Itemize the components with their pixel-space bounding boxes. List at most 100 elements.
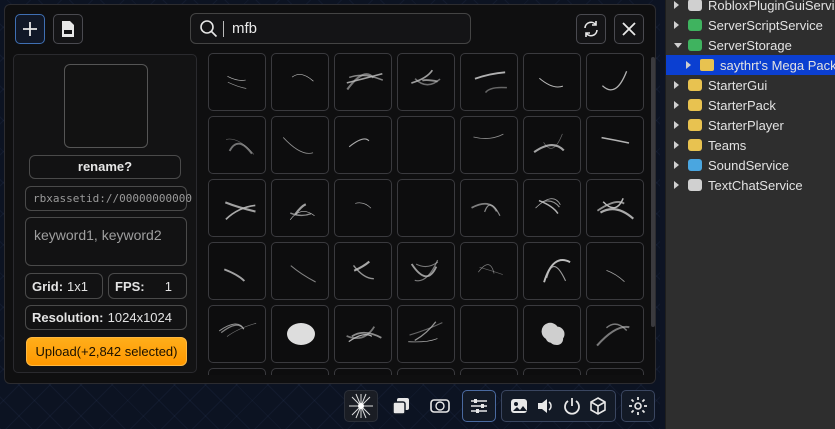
- starter-player-icon: [688, 119, 702, 131]
- texture-tile[interactable]: [460, 53, 518, 111]
- explorer-item[interactable]: SoundService: [666, 155, 835, 175]
- texture-tile[interactable]: [523, 53, 581, 111]
- resolution-field[interactable]: Resolution: 1024x1024: [25, 305, 187, 330]
- search-input[interactable]: [230, 19, 454, 38]
- texture-tile[interactable]: [523, 305, 581, 363]
- import-image-button[interactable]: [53, 14, 83, 44]
- chevron-right-icon[interactable]: [674, 101, 679, 109]
- fps-field[interactable]: FPS: 1: [108, 273, 187, 299]
- texture-tile[interactable]: [334, 242, 392, 300]
- close-button[interactable]: [614, 14, 644, 44]
- image-icon[interactable]: [509, 396, 529, 416]
- explorer-item[interactable]: ServerScriptService: [666, 15, 835, 35]
- texture-tile[interactable]: [523, 242, 581, 300]
- layers-button[interactable]: [384, 390, 418, 422]
- texture-tile[interactable]: [586, 305, 644, 363]
- explorer-item-label: TextChatService: [708, 177, 803, 193]
- texture-tile[interactable]: [523, 179, 581, 237]
- texture-tile[interactable]: [397, 368, 455, 375]
- texture-tile[interactable]: [460, 305, 518, 363]
- grid-field[interactable]: Grid: 1x1: [25, 273, 103, 299]
- preview-controls-group: [501, 390, 616, 422]
- texture-tile[interactable]: [460, 179, 518, 237]
- chevron-right-icon[interactable]: [674, 161, 679, 169]
- texture-tile[interactable]: [208, 53, 266, 111]
- texture-thumbnail: [596, 323, 630, 347]
- texture-tile[interactable]: [271, 53, 329, 111]
- texture-tile[interactable]: [271, 305, 329, 363]
- texture-tile[interactable]: [208, 179, 266, 237]
- explorer-item-label: ServerStorage: [708, 37, 792, 53]
- texture-tile[interactable]: [208, 305, 266, 363]
- texture-tile[interactable]: [586, 53, 644, 111]
- grid-scrollbar[interactable]: [651, 57, 655, 327]
- refresh-button[interactable]: [576, 14, 606, 44]
- explorer-item[interactable]: StarterPack: [666, 95, 835, 115]
- texture-tile[interactable]: [397, 242, 455, 300]
- texture-thumbnail: [461, 306, 519, 364]
- settings-sliders-button[interactable]: [462, 390, 496, 422]
- upload-button[interactable]: Upload(+2,842 selected): [26, 337, 187, 366]
- explorer-item-label: SoundService: [708, 157, 789, 173]
- keywords-field[interactable]: keyword1, keyword2: [25, 217, 187, 266]
- explorer-item-label: StarterGui: [708, 77, 768, 93]
- texture-tile[interactable]: [460, 242, 518, 300]
- texture-tile[interactable]: [586, 242, 644, 300]
- volume-icon[interactable]: [535, 396, 555, 416]
- storage-icon: [688, 39, 702, 51]
- chevron-right-icon[interactable]: [674, 121, 679, 129]
- cube-icon[interactable]: [588, 396, 608, 416]
- texture-thumbnail: [398, 369, 456, 375]
- chevron-right-icon[interactable]: [674, 141, 679, 149]
- explorer-item[interactable]: StarterGui: [666, 75, 835, 95]
- texture-thumbnail: [408, 321, 443, 343]
- texture-tile[interactable]: [334, 116, 392, 174]
- asset-id-field[interactable]: rbxassetid://00000000000: [25, 186, 192, 211]
- power-icon[interactable]: [562, 396, 582, 416]
- explorer-item[interactable]: saythrt's Mega Pack: [666, 55, 835, 75]
- rename-field[interactable]: rename?: [29, 155, 181, 179]
- texture-tile[interactable]: [334, 179, 392, 237]
- texture-tile[interactable]: [208, 368, 266, 375]
- texture-tile[interactable]: [523, 368, 581, 375]
- texture-tile[interactable]: [271, 242, 329, 300]
- chevron-down-icon[interactable]: [674, 42, 682, 48]
- texture-tile[interactable]: [460, 116, 518, 174]
- texture-tile[interactable]: [271, 116, 329, 174]
- sync-button[interactable]: [423, 390, 457, 422]
- texture-tile[interactable]: [586, 368, 644, 375]
- chevron-right-icon[interactable]: [674, 1, 679, 9]
- texture-thumbnail: [478, 264, 503, 275]
- texture-tile[interactable]: [523, 116, 581, 174]
- chevron-right-icon[interactable]: [674, 181, 679, 189]
- texture-tile[interactable]: [397, 53, 455, 111]
- search-bar[interactable]: [190, 13, 471, 44]
- texture-tile[interactable]: [397, 116, 455, 174]
- chevron-right-icon[interactable]: [686, 61, 691, 69]
- texture-tile[interactable]: [397, 179, 455, 237]
- texture-tile[interactable]: [334, 53, 392, 111]
- gear-button[interactable]: [621, 390, 655, 422]
- add-button[interactable]: [15, 14, 45, 44]
- effect-preview-button[interactable]: [344, 390, 378, 422]
- texture-thumbnail: [539, 77, 564, 88]
- chevron-right-icon[interactable]: [674, 81, 679, 89]
- texture-tile[interactable]: [334, 368, 392, 375]
- texture-tile[interactable]: [271, 368, 329, 375]
- explorer-item[interactable]: RobloxPluginGuiService: [666, 0, 835, 15]
- texture-tile[interactable]: [334, 305, 392, 363]
- texture-tile[interactable]: [397, 305, 455, 363]
- texture-tile[interactable]: [208, 116, 266, 174]
- texture-tile[interactable]: [586, 179, 644, 237]
- texture-tile[interactable]: [271, 179, 329, 237]
- explorer-item-label: ServerScriptService: [708, 17, 823, 33]
- texture-tile[interactable]: [460, 368, 518, 375]
- explorer-item[interactable]: TextChatService: [666, 175, 835, 195]
- chevron-right-icon[interactable]: [674, 21, 679, 29]
- explorer-item[interactable]: ServerStorage: [666, 35, 835, 55]
- texture-tile[interactable]: [586, 116, 644, 174]
- texture-tile[interactable]: [208, 242, 266, 300]
- texture-thumbnail: [524, 369, 582, 375]
- explorer-item[interactable]: Teams: [666, 135, 835, 155]
- explorer-item[interactable]: StarterPlayer: [666, 115, 835, 135]
